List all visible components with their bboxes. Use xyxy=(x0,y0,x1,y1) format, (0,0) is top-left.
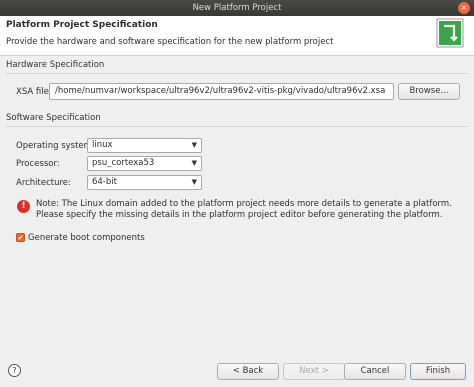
cancel-button[interactable]: Cancel xyxy=(344,363,406,380)
hardware-divider xyxy=(6,73,468,74)
platform-project-icon xyxy=(436,18,464,48)
generate-boot-checkbox[interactable]: ✔ xyxy=(16,233,25,242)
os-select[interactable]: linux ▼ xyxy=(87,138,202,153)
help-icon[interactable]: ? xyxy=(8,364,21,377)
linux-domain-note: Note: The Linux domain added to the plat… xyxy=(36,199,452,220)
back-button[interactable]: < Back xyxy=(217,363,279,380)
window-close-button[interactable]: × xyxy=(458,2,470,14)
xsa-file-field[interactable]: /home/numvar/workspace/ultra96v2/ultra96… xyxy=(49,83,394,100)
processor-select-value: psu_cortexa53 xyxy=(92,158,155,168)
processor-label: Processor: xyxy=(16,159,60,169)
generate-boot-label: Generate boot components xyxy=(28,233,145,243)
error-icon: ! xyxy=(17,200,30,213)
software-spec-group-label: Software Specification xyxy=(6,113,101,123)
wizard-header: Platform Project Specification Provide t… xyxy=(0,16,474,56)
finish-button[interactable]: Finish xyxy=(410,363,466,380)
os-select-value: linux xyxy=(92,140,113,150)
checkmark-icon: ✔ xyxy=(17,234,24,242)
window-title: New Platform Project xyxy=(192,3,282,13)
new-platform-project-dialog: New Platform Project × Platform Project … xyxy=(0,0,474,387)
hardware-spec-group-label: Hardware Specification xyxy=(6,60,105,70)
browse-button[interactable]: Browse... xyxy=(398,83,460,100)
xsa-file-label: XSA file: xyxy=(16,87,52,97)
chevron-down-icon: ▼ xyxy=(191,141,197,149)
page-title: Platform Project Specification xyxy=(6,20,158,30)
page-subtitle: Provide the hardware and software specif… xyxy=(6,37,334,47)
architecture-select[interactable]: 64-bit ▼ xyxy=(87,175,202,190)
close-icon: × xyxy=(460,3,468,12)
chevron-down-icon: ▼ xyxy=(191,159,197,167)
architecture-select-value: 64-bit xyxy=(92,177,117,187)
software-divider xyxy=(6,126,468,127)
architecture-label: Architecture: xyxy=(16,178,71,188)
processor-select[interactable]: psu_cortexa53 ▼ xyxy=(87,156,202,171)
next-button[interactable]: Next > xyxy=(283,363,345,380)
os-label: Operating system: xyxy=(16,141,95,151)
title-bar: New Platform Project × xyxy=(0,0,474,16)
chevron-down-icon: ▼ xyxy=(191,178,197,186)
